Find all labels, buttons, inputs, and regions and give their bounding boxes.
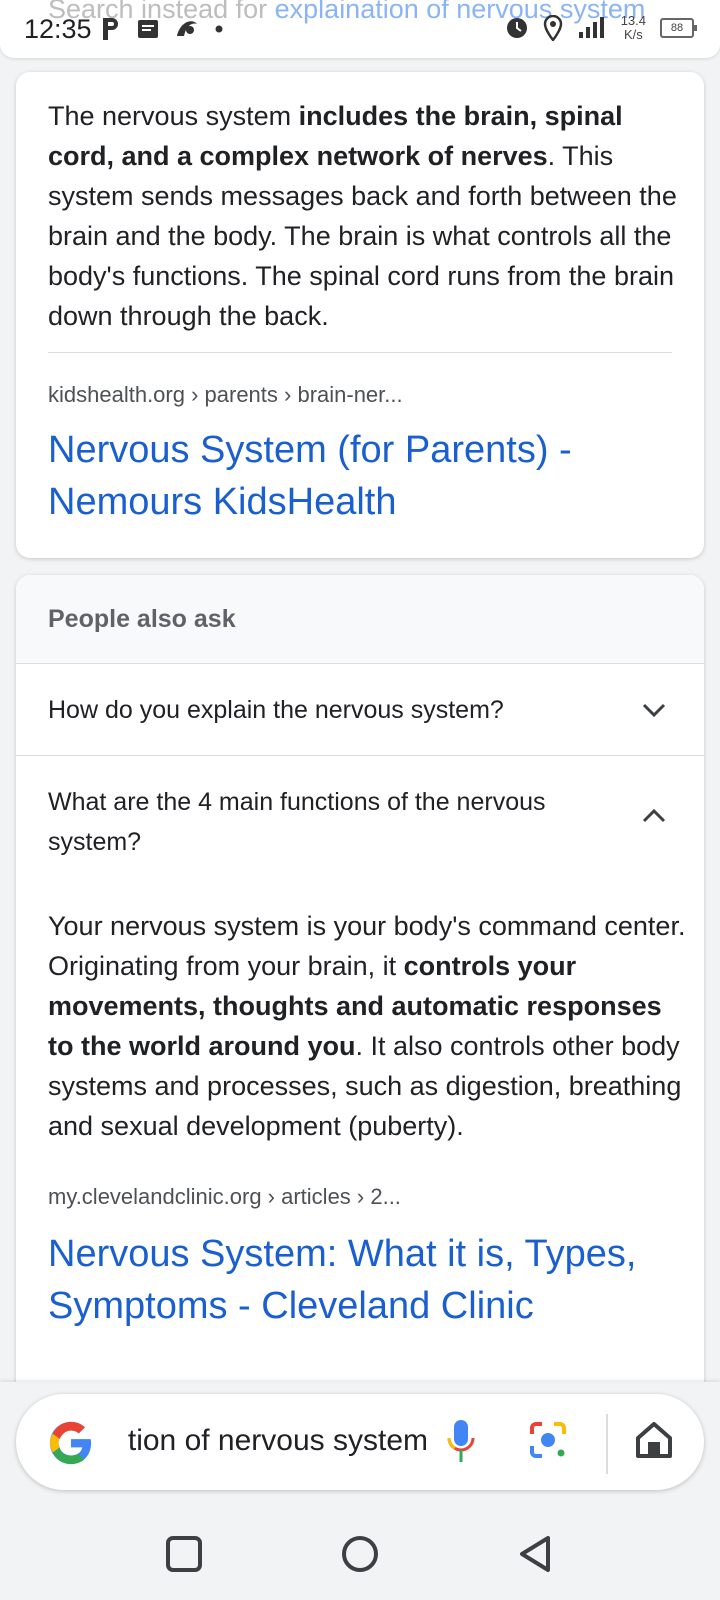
answer-text-pre: Your nervous system is your body's comma… (48, 911, 686, 981)
paa-question-row-expanded: What are the 4 main functions of the ner… (16, 755, 704, 1395)
signal-icon (578, 17, 604, 38)
chevron-up-icon[interactable] (640, 802, 668, 830)
result-title-link[interactable]: Nervous System (for Parents) - Nemours K… (48, 424, 688, 528)
mic-icon[interactable] (446, 1418, 476, 1464)
result-breadcrumb[interactable]: kidshealth.org › parents › brain-ner... (48, 382, 403, 408)
paa-answer-breadcrumb[interactable]: my.clevelandclinic.org › articles › 2... (48, 1184, 401, 1210)
paa-answer-title-link[interactable]: Nervous System: What it is, Types, Sympt… (48, 1228, 688, 1332)
parking-icon (103, 18, 118, 40)
chevron-down-icon[interactable] (640, 696, 668, 724)
paa-header: People also ask (16, 575, 704, 663)
paa-question-text: How do you explain the nervous system? (48, 696, 504, 724)
status-bar: Search instead for explaination of nervo… (0, 0, 720, 58)
people-also-ask-card: People also ask How do you explain the n… (16, 575, 704, 1395)
home-icon[interactable] (634, 1420, 674, 1460)
featured-snippet-card: The nervous system includes the brain, s… (16, 72, 704, 558)
home-circle-icon[interactable] (340, 1534, 380, 1574)
alarm-icon (506, 18, 527, 38)
paa-question-row[interactable]: How do you explain the nervous system? (16, 663, 704, 756)
net-speed: 13.4 K/s (621, 14, 646, 42)
snippet-divider (48, 352, 672, 353)
search-bar[interactable]: explaination of nervous system (16, 1394, 704, 1490)
recents-icon[interactable] (164, 1534, 204, 1574)
status-system-icons: 13.4 K/s 88 (505, 14, 697, 42)
more-dot-icon (215, 25, 223, 33)
battery-icon: 88 (660, 18, 697, 38)
back-icon[interactable] (516, 1534, 556, 1574)
paa-question-text[interactable]: What are the 4 main functions of the ner… (48, 782, 568, 862)
paa-answer-text: Your nervous system is your body's comma… (48, 906, 688, 1146)
lens-icon[interactable] (528, 1420, 568, 1460)
google-g-icon (49, 1421, 92, 1465)
net-speed-value: 13.4 (620, 13, 646, 28)
message-icon (138, 20, 158, 38)
navigation-bar (0, 1510, 720, 1600)
location-icon (543, 15, 562, 41)
featured-snippet-text: The nervous system includes the brain, s… (48, 96, 688, 336)
status-time: 12:35 (24, 14, 92, 44)
net-speed-unit: K/s (623, 27, 643, 42)
search-bar-separator (606, 1414, 608, 1474)
snippet-text-pre: The nervous system (48, 101, 299, 131)
search-query-text[interactable]: explaination of nervous system (128, 1424, 428, 1458)
paa-title: People also ask (48, 605, 236, 633)
app-notification-icon (177, 21, 197, 36)
status-notification-icons (100, 16, 224, 42)
